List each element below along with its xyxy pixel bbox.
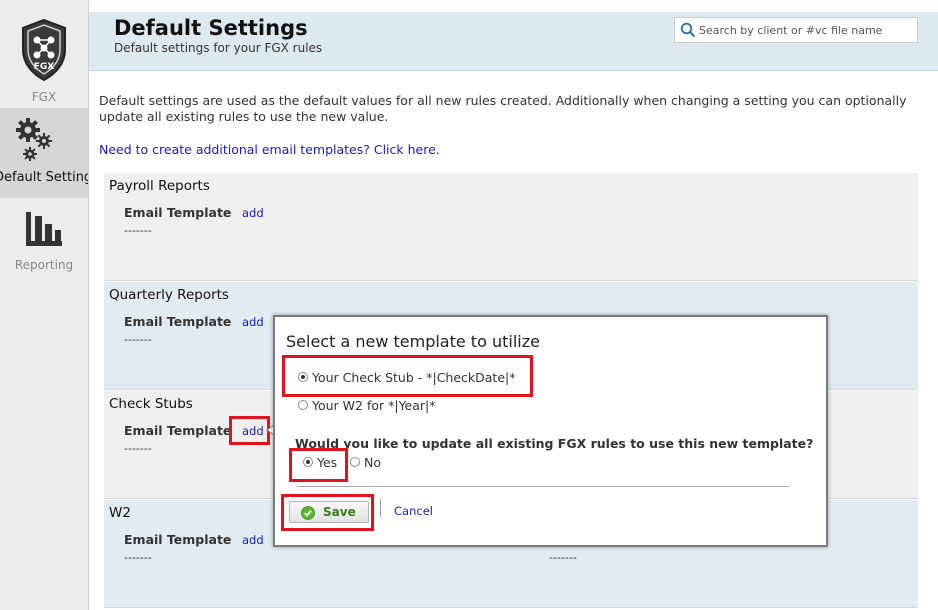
add-email-template-link[interactable]: add — [242, 206, 264, 220]
sidebar-app-label: FGX — [31, 90, 57, 104]
highlight-yes-option — [289, 448, 348, 482]
section-title: Quarterly Reports — [109, 287, 229, 303]
add-email-template-link[interactable]: add — [242, 533, 264, 547]
email-template-label: Email Template — [124, 314, 232, 329]
page-title: Default Settings — [114, 16, 308, 40]
template-option-radio-w2[interactable] — [298, 400, 308, 410]
sidebar-item-default-settings[interactable]: Default Settings — [0, 108, 88, 198]
update-no-radio[interactable] — [350, 457, 360, 467]
search-icon — [680, 22, 696, 38]
email-template-label: Email Template — [124, 205, 232, 220]
email-template-value: ------- — [124, 224, 152, 237]
search-box[interactable] — [674, 17, 918, 43]
sidebar: FGX FGX efault Settin Reporting — [0, 0, 89, 610]
update-no-label: No — [364, 455, 381, 470]
fgx-shield-icon: FGX — [22, 18, 66, 82]
bar-chart-icon — [26, 212, 62, 246]
create-email-templates-link[interactable]: Need to create additional email template… — [99, 142, 440, 157]
highlight-save-button — [281, 494, 374, 531]
section-title: W2 — [109, 505, 131, 521]
highlight-add-link — [229, 416, 270, 445]
page-header: Default Settings Default settings for yo… — [89, 12, 938, 71]
email-template-value: ------- — [124, 333, 152, 346]
cancel-button[interactable]: Cancel — [394, 504, 433, 518]
search-input[interactable] — [699, 21, 911, 39]
svg-text:FGX: FGX — [34, 62, 55, 72]
update-existing-question: Would you like to update all existing FG… — [295, 436, 814, 451]
intro-text: Default settings are used as the default… — [99, 93, 907, 124]
fgx-logo[interactable]: FGX — [0, 18, 88, 86]
email-template-label: Email Template — [124, 423, 232, 438]
email-template-value: ------- — [124, 551, 152, 564]
email-template-value: ------- — [124, 442, 152, 455]
section-title: Payroll Reports — [109, 178, 210, 194]
highlight-check-stub-option — [282, 355, 533, 397]
sidebar-item-reporting[interactable] — [0, 210, 88, 252]
sidebar-item-label: Default Settings — [0, 170, 88, 185]
section-title: Check Stubs — [109, 396, 193, 412]
email-template-value-secondary: ------- — [549, 551, 577, 564]
email-template-label: Email Template — [124, 532, 232, 547]
section-payroll-reports: Payroll Reports Email Template add -----… — [104, 173, 918, 281]
dialog-divider — [297, 486, 789, 487]
dialog-title: Select a new template to utilize — [286, 332, 540, 351]
add-email-template-link[interactable]: add — [242, 315, 264, 329]
gears-icon — [16, 118, 52, 161]
button-separator — [380, 499, 381, 517]
template-option-label: Your W2 for *|Year|* — [312, 398, 436, 413]
sidebar-reporting-label: Reporting — [14, 258, 74, 272]
page-subtitle: Default settings for your FGX rules — [114, 41, 323, 55]
